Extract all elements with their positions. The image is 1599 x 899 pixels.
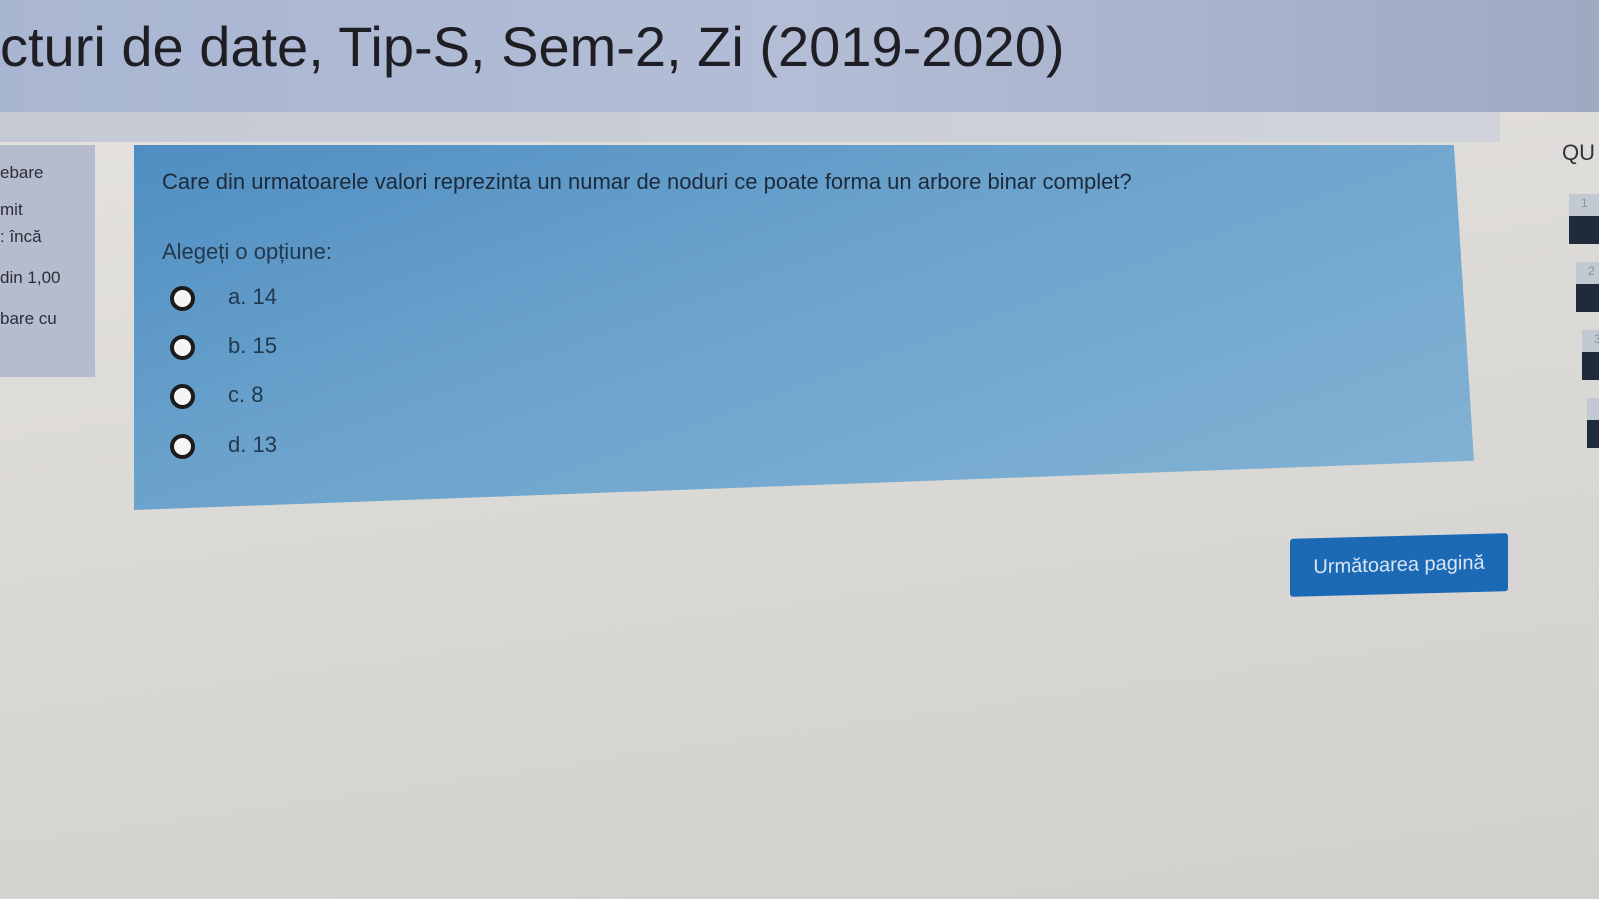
question-info-panel: ebare mit : încă din 1,00 bare cu	[0, 145, 95, 377]
header-band	[0, 112, 1500, 142]
radio-button[interactable]	[170, 384, 195, 409]
option-label[interactable]: b. 15	[228, 333, 277, 359]
option-c[interactable]: c. 8	[170, 382, 330, 412]
option-label[interactable]: d. 13	[228, 432, 277, 458]
option-label[interactable]: c. 8	[228, 382, 263, 408]
quiz-nav-button-4[interactable]: 4	[1587, 398, 1599, 448]
radio-button[interactable]	[170, 434, 195, 459]
option-a[interactable]: a. 14	[170, 284, 330, 314]
quiz-navigation-title: QU	[1562, 140, 1595, 165]
answer-prompt: Alegeți o opțiune:	[162, 239, 333, 264]
radio-button[interactable]	[170, 335, 195, 360]
question-status-text-2: : încă	[0, 227, 42, 246]
question-marks-text: din 1,00	[0, 268, 61, 287]
page-header: cturi de date, Tip-S, Sem-2, Zi (2019-20…	[0, 0, 1599, 112]
radio-button[interactable]	[170, 286, 195, 311]
course-title: cturi de date, Tip-S, Sem-2, Zi (2019-20…	[0, 15, 1065, 78]
flag-question-link[interactable]: bare cu	[0, 309, 57, 329]
quiz-nav-button-1[interactable]: 1	[1569, 194, 1599, 244]
question-number-text: ebare	[0, 163, 44, 182]
option-b[interactable]: b. 15	[170, 333, 330, 363]
question-status-text: mit	[0, 200, 23, 219]
question-text: Care din urmatoarele valori reprezinta u…	[162, 169, 1132, 194]
next-page-button[interactable]: Următoarea pagină	[1290, 533, 1508, 597]
quiz-nav-button-3[interactable]: 3	[1582, 330, 1599, 380]
option-label[interactable]: a. 14	[228, 284, 277, 310]
option-d[interactable]: d. 13	[170, 432, 330, 462]
quiz-nav-button-2[interactable]: 2	[1576, 262, 1599, 312]
question-card: Care din urmatoarele valori reprezinta u…	[134, 145, 1474, 510]
